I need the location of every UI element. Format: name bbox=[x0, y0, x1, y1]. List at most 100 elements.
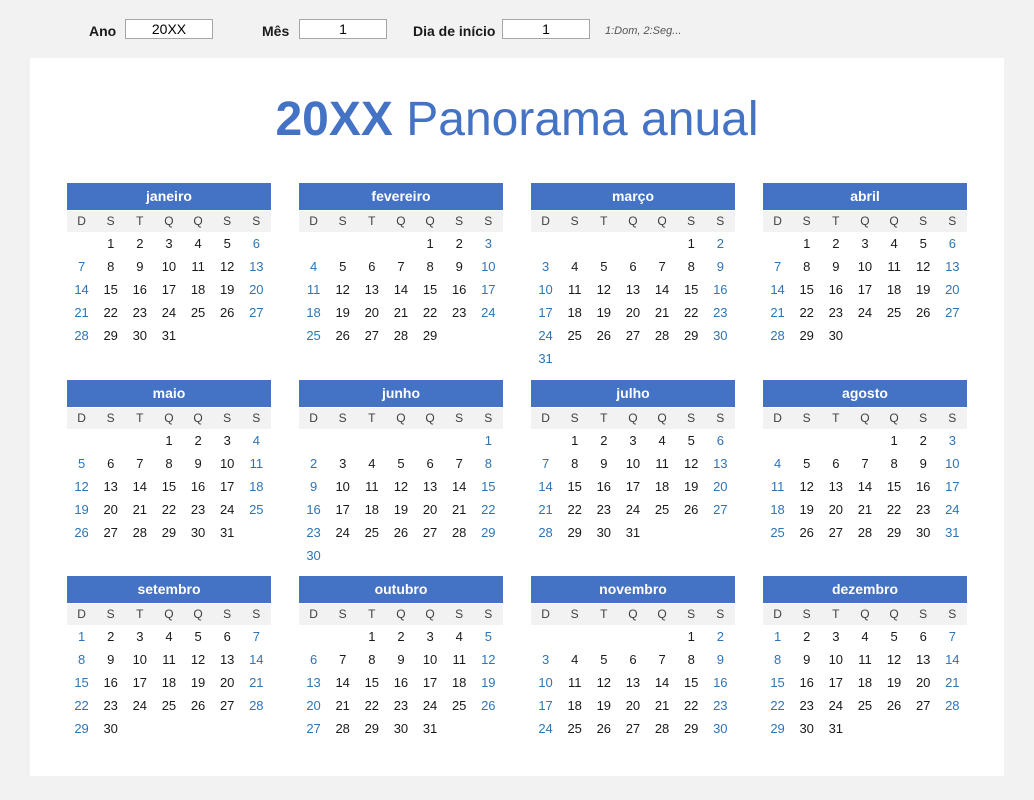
empty-cell bbox=[125, 429, 154, 452]
day-cell: 20 bbox=[625, 698, 641, 713]
day-cell: 16 bbox=[828, 282, 844, 297]
day-grid: 1 2 3 4 5 6 7 8 9 10 11 12 13 14 15 16 17 18 19 20 21 22 23 24 2… bbox=[67, 625, 271, 740]
day-cell: 24 bbox=[335, 525, 350, 540]
empty-cell bbox=[618, 232, 647, 255]
month-julho: julho D S T Q Q S S 1 2 3 4 5 6 7 8 9 10 11 12 13 14 15 16 17 18 1… bbox=[531, 380, 735, 544]
day-cell: 8 bbox=[803, 259, 811, 274]
day-cell: 28 bbox=[770, 328, 785, 343]
weekday-header: D bbox=[541, 214, 550, 228]
day-cell: 3 bbox=[948, 433, 956, 448]
weekday-header: T bbox=[832, 214, 840, 228]
day-cell: 17 bbox=[857, 282, 873, 297]
empty-cell bbox=[299, 232, 328, 255]
day-cell: 27 bbox=[625, 721, 641, 736]
empty-cell bbox=[416, 429, 445, 452]
day-cell: 11 bbox=[567, 282, 582, 297]
day-cell: 22 bbox=[422, 305, 438, 320]
day-cell: 13 bbox=[364, 282, 380, 297]
day-cell: 14 bbox=[74, 282, 89, 297]
day-cell: 8 bbox=[890, 456, 898, 471]
day-cell: 13 bbox=[828, 479, 844, 494]
day-cell: 24 bbox=[828, 698, 844, 713]
day-cell: 17 bbox=[538, 305, 553, 320]
day-cell: 24 bbox=[538, 721, 553, 736]
day-cell: 8 bbox=[571, 456, 579, 471]
day-cell: 2 bbox=[397, 629, 405, 644]
weekday-header: S bbox=[570, 411, 579, 425]
weekday-header: Q bbox=[628, 411, 638, 425]
start-day-hint: 1:Dom, 2:Seg... bbox=[605, 25, 682, 37]
day-cell: 17 bbox=[538, 698, 553, 713]
year-input[interactable] bbox=[125, 19, 213, 39]
day-cell: 4 bbox=[658, 433, 666, 448]
day-cell: 7 bbox=[658, 259, 666, 274]
parameters-bar: Ano Mês Dia de início 1:Dom, 2:Seg... bbox=[0, 0, 1034, 58]
weekday-header: T bbox=[368, 607, 376, 621]
weekday-header: T bbox=[368, 214, 376, 228]
month-input[interactable] bbox=[299, 19, 387, 39]
weekday-header: S bbox=[223, 607, 232, 621]
day-cell: 5 bbox=[77, 456, 86, 471]
day-cell: 30 bbox=[799, 721, 814, 736]
day-cell: 30 bbox=[393, 721, 409, 736]
empty-cell bbox=[96, 429, 125, 452]
month-maio: maio D S T Q Q S S 1 2 3 4 5 6 7 8 9 10 11 12 13 14 15 16 17 18 19… bbox=[67, 380, 271, 544]
day-cell: 8 bbox=[368, 652, 376, 667]
day-cell: 10 bbox=[335, 479, 350, 494]
day-cell: 2 bbox=[803, 629, 811, 644]
day-cell: 19 bbox=[596, 305, 612, 320]
weekday-header: S bbox=[802, 411, 811, 425]
day-cell: 30 bbox=[132, 328, 148, 343]
day-cell: 6 bbox=[368, 259, 376, 274]
day-cell: 6 bbox=[948, 236, 956, 251]
month-label: Mês bbox=[262, 23, 290, 39]
day-cell: 3 bbox=[136, 629, 144, 644]
day-cell: 23 bbox=[451, 305, 467, 320]
day-cell: 3 bbox=[223, 433, 231, 448]
day-cell: 6 bbox=[919, 629, 927, 644]
day-cell: 15 bbox=[364, 675, 380, 690]
day-cell: 3 bbox=[832, 629, 840, 644]
day-cell: 14 bbox=[654, 282, 670, 297]
day-grid: 1 2 3 4 5 6 7 8 9 10 11 12 13 14 15 16 17 18 19 20 21 22 23 24 2… bbox=[763, 429, 967, 544]
day-cell: 14 bbox=[770, 282, 785, 297]
day-cell: 5 bbox=[194, 629, 202, 644]
day-cell: 21 bbox=[654, 698, 670, 713]
month-dezembro: dezembro D S T Q Q S S 1 2 3 4 5 6 7 8 9 10 11 12 13 14 15 16 17… bbox=[763, 576, 967, 740]
day-cell: 30 bbox=[828, 328, 844, 343]
day-cell: 15 bbox=[886, 479, 902, 494]
empty-cell bbox=[67, 429, 96, 452]
day-cell: 11 bbox=[567, 675, 582, 690]
start-day-input[interactable] bbox=[502, 19, 590, 39]
day-grid: 1 2 3 4 5 6 7 8 9 10 11 12 13 14 15 16 17 18 19 20 21 22 23 24 2… bbox=[763, 232, 967, 347]
day-cell: 29 bbox=[422, 328, 438, 343]
day-cell: 20 bbox=[364, 305, 380, 320]
day-cell: 4 bbox=[890, 236, 898, 251]
day-cell: 24 bbox=[161, 305, 177, 320]
day-cell: 11 bbox=[887, 259, 901, 274]
weekday-header: S bbox=[919, 607, 928, 621]
day-cell: 10 bbox=[481, 259, 496, 274]
day-cell: 12 bbox=[596, 282, 612, 297]
month-header: fevereiro bbox=[299, 183, 503, 210]
weekday-header: S bbox=[948, 411, 957, 425]
month-setembro: setembro D S T Q Q S S 1 2 3 4 5 6 7 8 9 10 11 12 13 14 15 16 17… bbox=[67, 576, 271, 740]
empty-cell bbox=[357, 232, 386, 255]
day-cell: 30 bbox=[306, 548, 321, 563]
weekday-header-row: DSTQQSS bbox=[763, 408, 967, 429]
day-cell: 31 bbox=[538, 351, 553, 366]
day-cell: 18 bbox=[190, 282, 206, 297]
day-cell: 10 bbox=[219, 456, 235, 471]
day-cell: 2 bbox=[309, 456, 318, 471]
weekday-header: S bbox=[484, 214, 493, 228]
day-cell: 1 bbox=[571, 433, 579, 448]
day-cell: 9 bbox=[194, 456, 202, 471]
day-cell: 19 bbox=[335, 305, 350, 320]
month-header: setembro bbox=[67, 576, 271, 603]
day-cell: 1 bbox=[687, 236, 695, 251]
day-cell: 12 bbox=[886, 652, 902, 667]
day-cell: 23 bbox=[713, 698, 728, 713]
month-header: julho bbox=[531, 380, 735, 407]
month-março: março D S T Q Q S S 1 2 3 4 5 6 7 8 9 10 11 12 13 14 15 16 17 18 1… bbox=[531, 183, 735, 370]
day-cell: 20 bbox=[249, 282, 264, 297]
